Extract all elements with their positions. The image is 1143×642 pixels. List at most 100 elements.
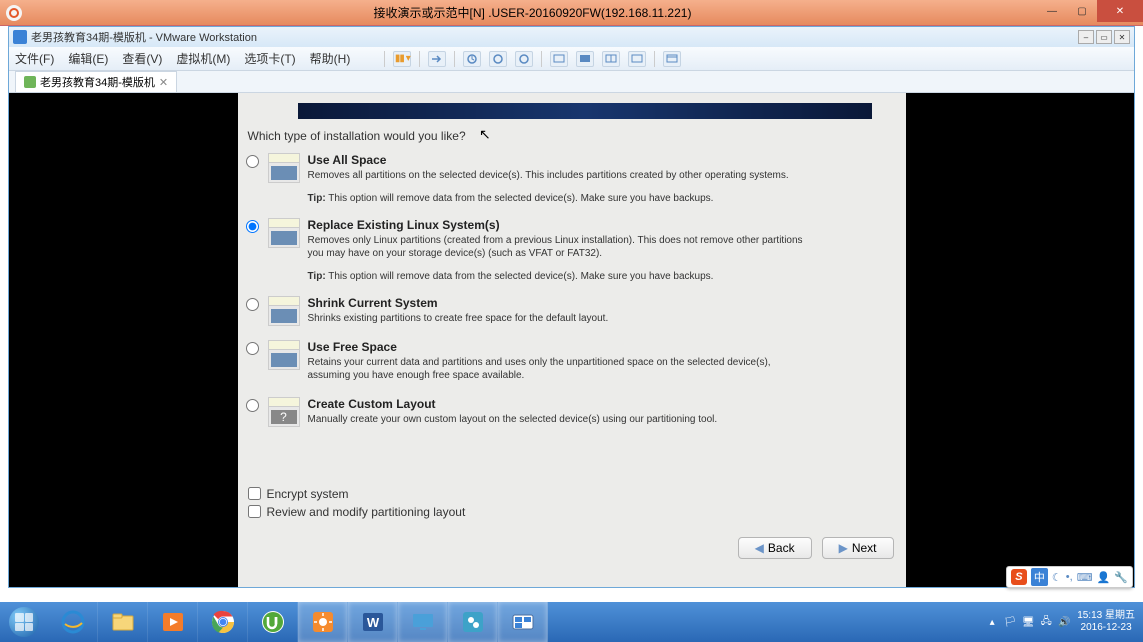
option-title: Use Free Space (308, 340, 898, 354)
option-free-space[interactable]: Use Free Space Retains your current data… (246, 340, 898, 383)
disk-icon (268, 218, 300, 248)
ime-user-icon[interactable]: 👤 (1097, 571, 1111, 584)
toolbar-manage-icon[interactable] (515, 51, 533, 67)
tray-network-icon[interactable]: 🖧 (1039, 615, 1053, 629)
option-desc: Retains your current data and partitions… (308, 356, 808, 383)
taskbar-vmware[interactable] (498, 602, 548, 642)
menu-view[interactable]: 查看(V) (122, 50, 162, 67)
toolbar-screen2-icon[interactable] (576, 51, 594, 67)
radio-replace-linux[interactable] (246, 220, 259, 233)
installer-banner (298, 103, 872, 119)
encrypt-checkbox-row[interactable]: Encrypt system (248, 487, 896, 501)
vmware-menubar: 文件(F) 编辑(E) 查看(V) 虚拟机(M) 选项卡(T) 帮助(H) ▮▮… (9, 47, 1134, 71)
remote-viewer-app-icon (6, 5, 22, 21)
arrow-right-icon: ▶ (839, 541, 848, 555)
taskbar-media[interactable] (148, 602, 198, 642)
taskbar-display[interactable] (398, 602, 448, 642)
option-use-all-space[interactable]: Use All Space Removes all partitions on … (246, 153, 898, 204)
vmware-maximize-button[interactable]: ▭ (1096, 30, 1112, 44)
menu-help[interactable]: 帮助(H) (310, 50, 351, 67)
option-tip: Tip: This option will remove data from t… (308, 193, 898, 204)
ime-toolbar[interactable]: S 中 ☾ •, ⌨ 👤 🔧 (1006, 566, 1133, 588)
toolbar-screen1-icon[interactable] (550, 51, 568, 67)
toolbar-send-icon[interactable] (428, 51, 446, 67)
taskbar-ie[interactable] (48, 602, 98, 642)
taskbar-explorer[interactable] (98, 602, 148, 642)
option-title: Create Custom Layout (308, 397, 898, 411)
encrypt-label: Encrypt system (267, 487, 349, 501)
toolbar-fullscreen-icon[interactable] (628, 51, 646, 67)
taskbar-chrome[interactable] (198, 602, 248, 642)
vmware-minimize-button[interactable]: – (1078, 30, 1094, 44)
taskbar-utorrent[interactable] (248, 602, 298, 642)
option-custom[interactable]: Create Custom Layout Manually create you… (246, 397, 898, 427)
vm-tab-label: 老男孩教育34期-模版机 (40, 74, 155, 90)
radio-free-space[interactable] (246, 342, 259, 355)
vm-tab[interactable]: 老男孩教育34期-模版机 ✕ (15, 71, 177, 92)
option-desc: Manually create your own custom layout o… (308, 413, 808, 427)
ime-punct-icon[interactable]: •, (1066, 571, 1073, 583)
ime-settings-icon[interactable]: 🔧 (1114, 571, 1128, 584)
vmware-app-icon (13, 30, 27, 44)
svg-text:W: W (366, 615, 379, 630)
tray-flag-icon[interactable]: 🏳 (1003, 615, 1017, 629)
ime-logo-icon: S (1011, 569, 1027, 585)
installer-question: Which type of installation would you lik… (238, 125, 906, 153)
menu-file[interactable]: 文件(F) (15, 50, 54, 67)
disk-icon (268, 340, 300, 370)
option-desc: Shrinks existing partitions to create fr… (308, 312, 808, 326)
vm-tab-close-icon[interactable]: ✕ (159, 76, 168, 89)
close-button[interactable]: ✕ (1097, 0, 1143, 22)
vmware-close-button[interactable]: ✕ (1114, 30, 1130, 44)
review-label: Review and modify partitioning layout (267, 505, 466, 519)
toolbar-revert-icon[interactable] (489, 51, 507, 67)
start-button[interactable] (0, 602, 48, 642)
radio-shrink[interactable] (246, 298, 259, 311)
review-checkbox-row[interactable]: Review and modify partitioning layout (248, 505, 896, 519)
vmware-tab-strip: 老男孩教育34期-模版机 ✕ (9, 71, 1134, 93)
remote-viewer-title: 接收演示或示范中[N] .USER-20160920FW(192.168.11.… (28, 4, 1037, 21)
toolbar-snapshot-icon[interactable] (463, 51, 481, 67)
tray-up-icon[interactable]: ▴ (985, 615, 999, 629)
windows-logo-icon (9, 607, 39, 637)
taskbar-sunlogin[interactable] (298, 602, 348, 642)
guest-display[interactable]: ↖ Which type of installation would you l… (9, 93, 1134, 587)
toolbar-library-icon[interactable] (663, 51, 681, 67)
toolbar-unity-icon[interactable] (602, 51, 620, 67)
radio-custom[interactable] (246, 399, 259, 412)
option-title: Use All Space (308, 153, 898, 167)
ime-lang-badge[interactable]: 中 (1031, 568, 1048, 586)
tray-clock[interactable]: 15:13 星期五 2016-12-23 (1077, 610, 1135, 634)
disk-question-icon (268, 397, 300, 427)
option-shrink[interactable]: Shrink Current System Shrinks existing p… (246, 296, 898, 326)
back-button[interactable]: ◀ Back (738, 537, 812, 559)
option-desc: Removes only Linux partitions (created f… (308, 234, 808, 261)
disk-icon (268, 153, 300, 183)
vmware-title: 老男孩教育34期-模版机 - VMware Workstation (31, 29, 1078, 45)
remote-viewer-titlebar: 接收演示或示范中[N] .USER-20160920FW(192.168.11.… (0, 0, 1143, 26)
review-checkbox[interactable] (248, 505, 261, 518)
ime-moon-icon[interactable]: ☾ (1052, 571, 1062, 584)
option-replace-linux[interactable]: Replace Existing Linux System(s) Removes… (246, 218, 898, 282)
vmware-titlebar: 老男孩教育34期-模版机 - VMware Workstation – ▭ ✕ (9, 27, 1134, 47)
encrypt-checkbox[interactable] (248, 487, 261, 500)
taskbar-word[interactable]: W (348, 602, 398, 642)
tray-volume-icon[interactable]: 🔊 (1057, 615, 1071, 629)
minimize-button[interactable]: — (1037, 0, 1067, 22)
option-title: Shrink Current System (308, 296, 898, 310)
tray-display-icon[interactable]: 🖥 (1021, 615, 1035, 629)
menu-tabs[interactable]: 选项卡(T) (244, 50, 295, 67)
ime-keyboard-icon[interactable]: ⌨ (1077, 571, 1093, 584)
arrow-left-icon: ◀ (755, 541, 764, 555)
option-title: Replace Existing Linux System(s) (308, 218, 898, 232)
disk-icon (268, 296, 300, 326)
maximize-button[interactable]: ▢ (1067, 0, 1097, 22)
menu-edit[interactable]: 编辑(E) (68, 50, 108, 67)
taskbar-app1[interactable] (448, 602, 498, 642)
menu-vm[interactable]: 虚拟机(M) (176, 50, 230, 67)
vmware-window: 老男孩教育34期-模版机 - VMware Workstation – ▭ ✕ … (8, 26, 1135, 588)
next-button[interactable]: ▶ Next (822, 537, 894, 559)
toolbar-pause-icon[interactable]: ▮▮ ▾ (393, 51, 411, 67)
installer-dialog: ↖ Which type of installation would you l… (238, 93, 906, 587)
radio-use-all-space[interactable] (246, 155, 259, 168)
